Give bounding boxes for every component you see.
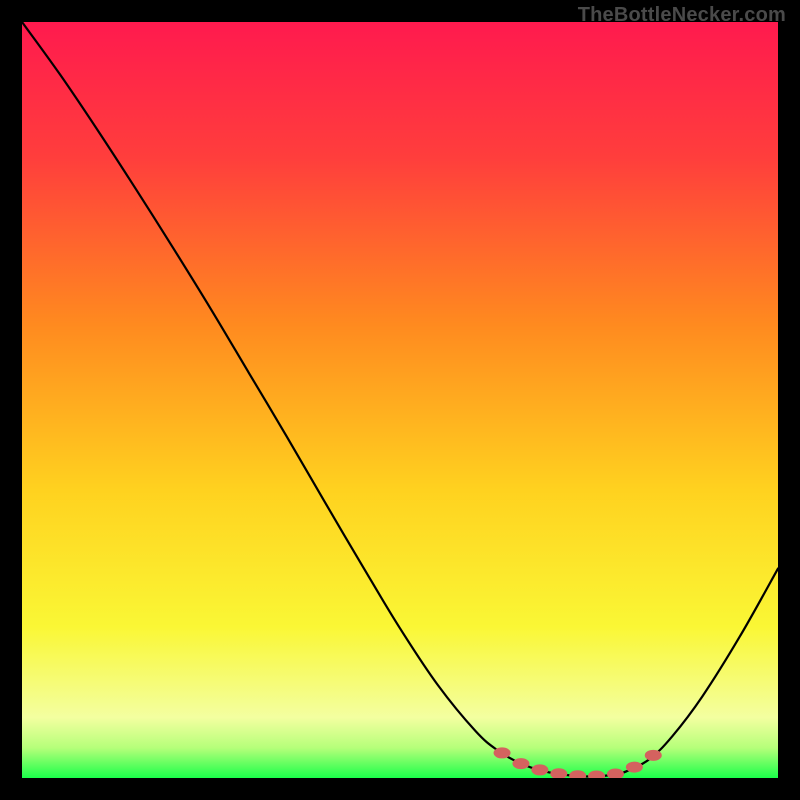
curve-marker — [512, 758, 529, 769]
plot-background — [22, 22, 778, 778]
curve-marker — [531, 764, 548, 775]
bottleneck-curve-chart — [22, 22, 778, 778]
curve-marker — [645, 750, 662, 761]
chart-container: TheBottleNecker.com — [0, 0, 800, 800]
curve-marker — [626, 762, 643, 773]
curve-marker — [494, 747, 511, 758]
